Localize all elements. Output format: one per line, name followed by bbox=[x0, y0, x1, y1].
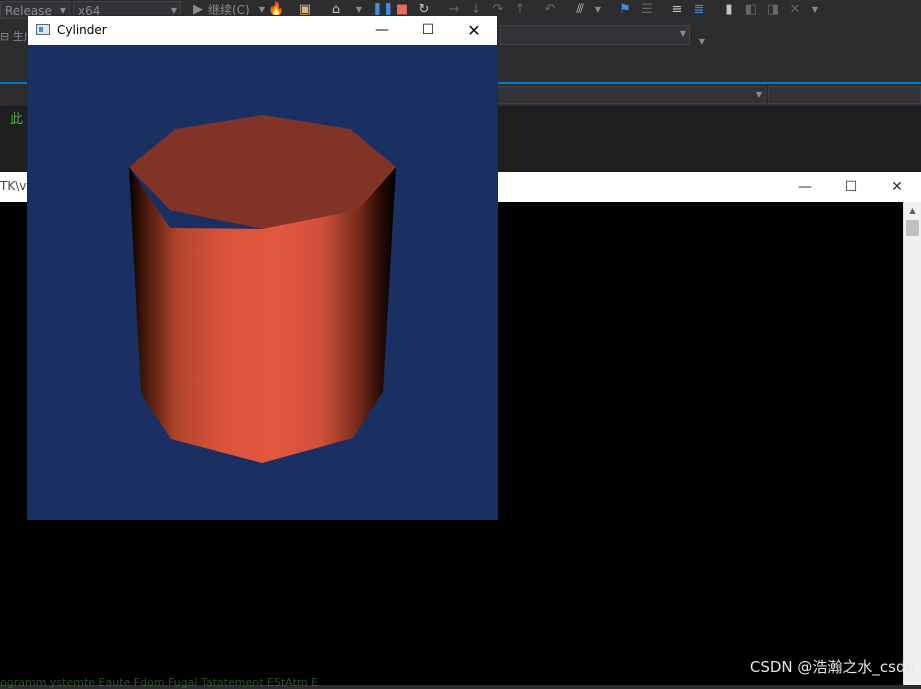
maximize-icon[interactable]: ☐ bbox=[828, 172, 874, 202]
console-scrollbar[interactable]: ▲ bbox=[903, 202, 921, 685]
close-icon[interactable]: ✕ bbox=[874, 172, 920, 202]
console-output-line: ogramm ystemte Eaute Fdom Fugal Tatateme… bbox=[0, 676, 319, 689]
minimize-icon[interactable]: — bbox=[782, 172, 828, 202]
build-icon: ⊟ bbox=[0, 30, 10, 43]
console-title: TK\vt bbox=[0, 179, 32, 193]
chevron-down-icon[interactable]: ▼ bbox=[807, 2, 823, 18]
chevron-down-icon[interactable]: ▼ bbox=[694, 34, 710, 50]
outdent-icon[interactable]: ≣ bbox=[691, 2, 707, 18]
window-title: Cylinder bbox=[57, 23, 107, 37]
scroll-thumb[interactable] bbox=[906, 220, 919, 236]
step-out-icon[interactable]: ↑ bbox=[512, 2, 528, 18]
watermark: CSDN @浩瀚之水_csdn bbox=[749, 658, 915, 676]
maximize-icon[interactable]: ☐ bbox=[405, 16, 451, 45]
comment-icon[interactable]: ☰ bbox=[639, 2, 655, 18]
next-bookmark-icon[interactable]: ◨ bbox=[765, 2, 781, 18]
render-canvas[interactable] bbox=[28, 45, 497, 519]
bookmark-icon[interactable]: ▮ bbox=[721, 2, 737, 18]
scope-combo[interactable] bbox=[768, 86, 921, 104]
chevron-down-icon: ▼ bbox=[679, 29, 686, 38]
minimize-icon[interactable]: — bbox=[359, 16, 405, 45]
clear-bookmark-icon[interactable]: ✕ bbox=[787, 2, 803, 18]
chevron-down-icon: ▼ bbox=[755, 90, 762, 99]
vtk-render-window[interactable]: Cylinder — ☐ ✕ bbox=[28, 16, 497, 519]
member-combo[interactable]: ▼ bbox=[496, 86, 766, 104]
breakpoints-icon[interactable]: ⫻ bbox=[572, 2, 588, 18]
chevron-down-icon[interactable]: ▼ bbox=[590, 2, 606, 18]
app-window-icon bbox=[36, 24, 50, 35]
editor-text: 此 bbox=[10, 112, 24, 127]
prev-bookmark-icon[interactable]: ◧ bbox=[743, 2, 759, 18]
solution-explorer-combo[interactable]: ▼ bbox=[500, 25, 690, 45]
indent-icon[interactable]: ≡ bbox=[669, 2, 685, 18]
vtk-titlebar[interactable]: Cylinder — ☐ ✕ bbox=[28, 16, 497, 45]
undo-icon[interactable]: ↶ bbox=[542, 2, 558, 18]
bookmark-flag-icon[interactable]: ⚑ bbox=[617, 2, 633, 18]
close-icon[interactable]: ✕ bbox=[451, 16, 497, 45]
scroll-up-icon[interactable]: ▲ bbox=[904, 202, 921, 219]
